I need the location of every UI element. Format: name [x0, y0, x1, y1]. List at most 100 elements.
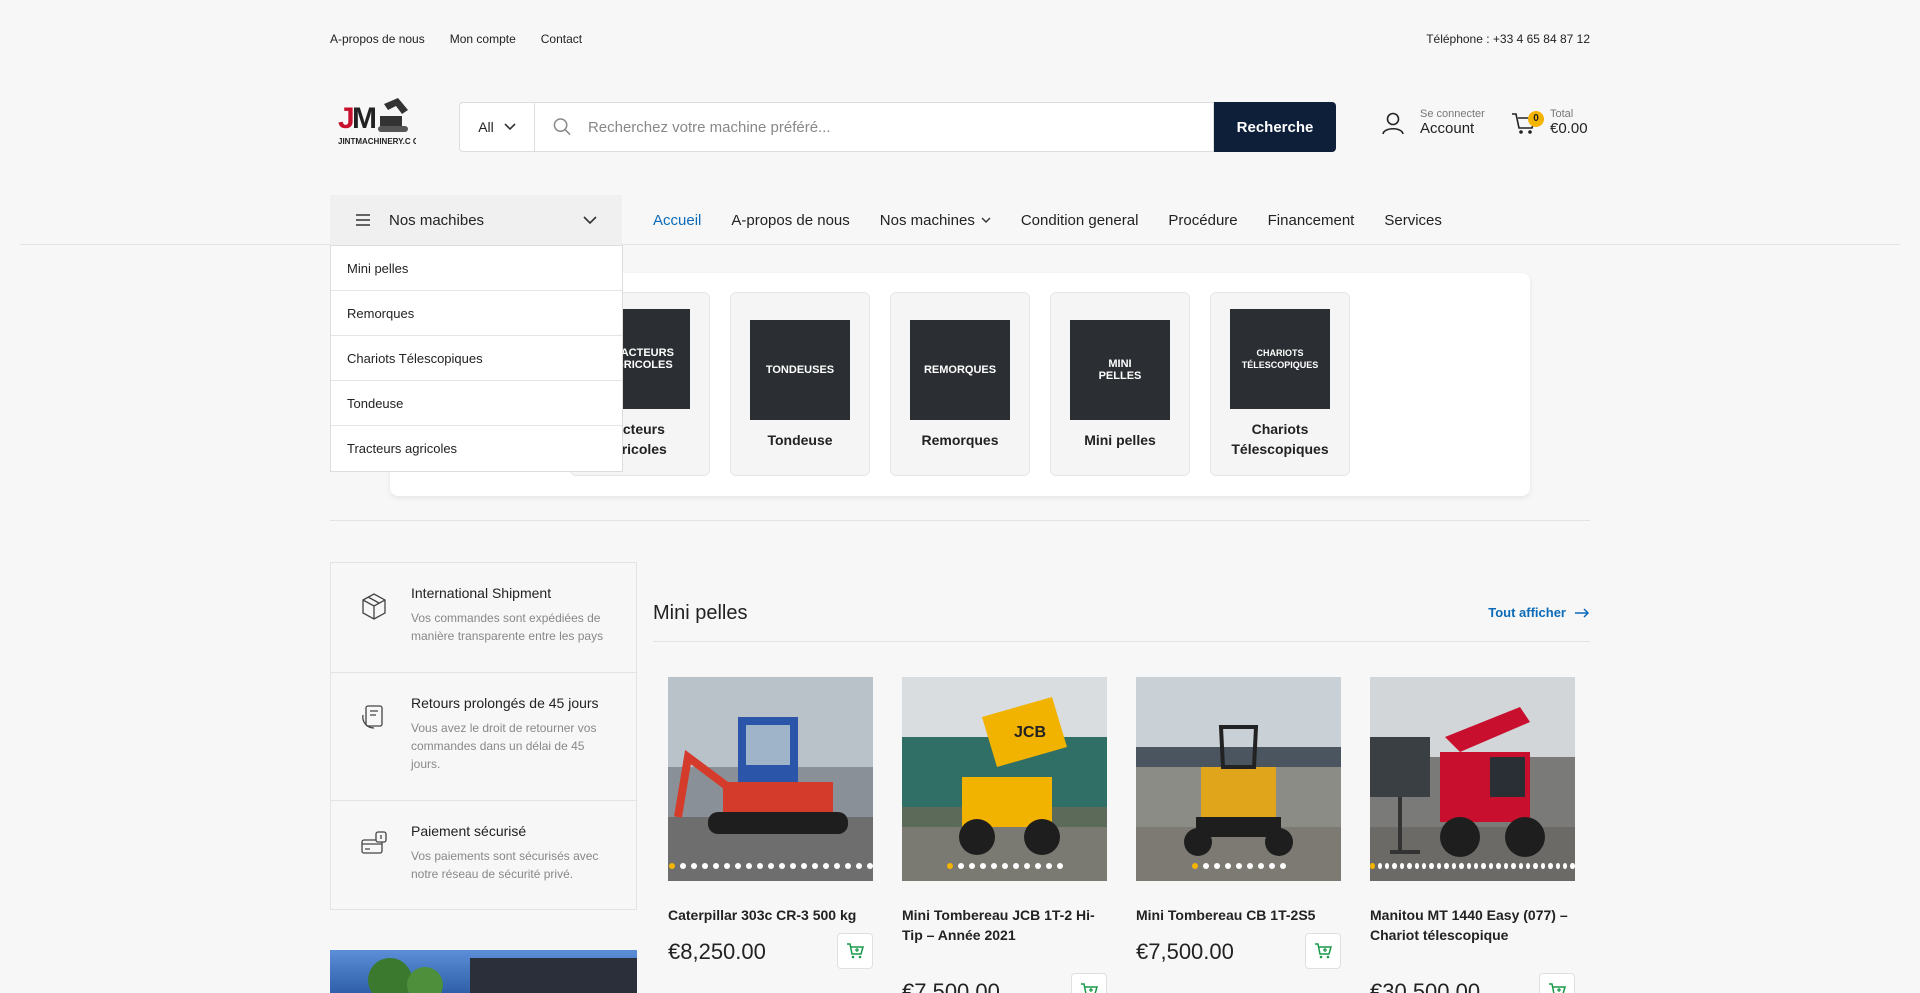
- svg-text:M: M: [352, 102, 377, 135]
- top-link-contact[interactable]: Contact: [541, 32, 582, 46]
- secure-payment-icon: [361, 831, 387, 854]
- cart-plus-icon: [847, 943, 864, 959]
- arrow-right-icon: [1575, 607, 1590, 618]
- category-card-remorques[interactable]: REMORQUES Remorques: [890, 292, 1030, 476]
- category-name: Mini pelles: [1084, 432, 1156, 448]
- features-box: International Shipment Vos commandes son…: [330, 562, 637, 910]
- category-name: Chariots Télescopiques: [1231, 421, 1329, 457]
- cart-total-label: Total: [1550, 108, 1574, 120]
- feature-shipping: International Shipment Vos commandes son…: [331, 563, 636, 673]
- dropdown-item-tondeuse[interactable]: Tondeuse: [331, 381, 622, 426]
- image-pagination: [1136, 863, 1341, 869]
- search-category-label: All: [478, 119, 494, 135]
- menu-items: Accueil A-propos de nous Nos machines Co…: [653, 195, 1442, 245]
- nav-conditions[interactable]: Condition general: [1021, 212, 1139, 229]
- product-card[interactable]: Mini Tombereau CB 1T-2S5 €7,500.00: [1136, 677, 1341, 973]
- top-bar: A-propos de nous Mon compte Contact Télé…: [330, 32, 1590, 52]
- nav-procedure[interactable]: Procédure: [1168, 212, 1237, 229]
- category-card-tondeuse[interactable]: TONDEUSES Tondeuse: [730, 292, 870, 476]
- category-menu-toggle[interactable]: Nos machibes: [330, 195, 622, 245]
- product-image[interactable]: [1370, 677, 1575, 881]
- category-image-text: TONDEUSES: [765, 364, 835, 376]
- category-image: TONDEUSES: [750, 320, 850, 420]
- logo-text: JINTMACHINERY.C COM: [338, 137, 416, 146]
- cart-plus-icon: [1315, 943, 1332, 959]
- product-name[interactable]: Mini Tombereau CB 1T-2S5: [1136, 905, 1341, 925]
- image-pagination: [1370, 863, 1575, 869]
- search-category-select[interactable]: All: [459, 102, 534, 152]
- nav-machines-label: Nos machines: [879, 211, 975, 229]
- cart-plus-icon: [1081, 983, 1098, 993]
- chevron-down-icon: [583, 215, 597, 224]
- top-link-account[interactable]: Mon compte: [450, 32, 516, 46]
- section-title: Mini pelles: [653, 602, 748, 624]
- feature-title: International Shipment: [411, 585, 552, 601]
- cart-count-badge: 0: [1528, 110, 1544, 127]
- add-to-cart-button[interactable]: [1305, 933, 1341, 969]
- top-links: A-propos de nous Mon compte Contact: [330, 32, 582, 46]
- cart-link[interactable]: 0 Total €0.00: [1510, 108, 1588, 137]
- product-price: €30,500.00: [1370, 979, 1481, 993]
- feature-title: Paiement sécurisé: [411, 823, 527, 839]
- package-icon: [362, 593, 386, 620]
- add-to-cart-button[interactable]: [1539, 973, 1575, 993]
- category-image-text: CHARIOTS TÉLESCOPIQUES: [1241, 348, 1319, 370]
- product-price: €8,250.00: [668, 939, 766, 964]
- main-nav: Nos machibes Accueil A-propos de nous No…: [0, 195, 1920, 245]
- product-name[interactable]: Manitou MT 1440 Easy (077) – Chariot tél…: [1370, 905, 1575, 945]
- site-logo[interactable]: J M JINTMACHINERY.C COM: [336, 92, 432, 162]
- product-image[interactable]: [668, 677, 873, 881]
- view-all-link[interactable]: Tout afficher: [1488, 605, 1590, 620]
- dropdown-item-remorques[interactable]: Remorques: [331, 291, 622, 336]
- category-card-chariots[interactable]: CHARIOTS TÉLESCOPIQUES Chariots Télescop…: [1210, 292, 1350, 476]
- nav-about[interactable]: A-propos de nous: [731, 212, 849, 229]
- promo-banner-image[interactable]: [330, 950, 637, 993]
- section-divider: [330, 520, 1590, 521]
- feature-desc: Vous avez le droit de retourner vos comm…: [411, 721, 597, 771]
- nav-services[interactable]: Services: [1384, 212, 1442, 229]
- section-header-divider: [653, 641, 1590, 642]
- view-all-label: Tout afficher: [1488, 605, 1566, 620]
- return-icon: [362, 705, 383, 729]
- section-header: Mini pelles Tout afficher: [653, 600, 1590, 640]
- category-image-text: REMORQUES: [923, 364, 997, 376]
- search-button[interactable]: Recherche: [1214, 102, 1336, 152]
- product-image[interactable]: JCB: [902, 677, 1107, 881]
- feature-payment: Paiement sécurisé Vos paiements sont séc…: [331, 801, 636, 909]
- category-menu-label: Nos machibes: [389, 211, 485, 229]
- cart-plus-icon: [1549, 983, 1566, 993]
- product-card[interactable]: Manitou MT 1440 Easy (077) – Chariot tél…: [1370, 677, 1575, 993]
- category-card-mini-pelles[interactable]: MINI PELLES Mini pelles: [1050, 292, 1190, 476]
- product-name[interactable]: Caterpillar 303c CR-3 500 kg: [668, 905, 873, 925]
- feature-returns: Retours prolongés de 45 jours Vous avez …: [331, 673, 636, 801]
- hamburger-icon: [356, 214, 370, 226]
- category-image-text: MINI PELLES: [1098, 358, 1142, 382]
- add-to-cart-button[interactable]: [1071, 973, 1107, 993]
- add-to-cart-button[interactable]: [837, 933, 873, 969]
- product-card[interactable]: Caterpillar 303c CR-3 500 kg €8,250.00: [668, 677, 873, 973]
- product-name[interactable]: Mini Tombereau JCB 1T-2 Hi-Tip – Année 2…: [902, 905, 1107, 945]
- product-image[interactable]: [1136, 677, 1341, 881]
- nav-machines[interactable]: Nos machines: [880, 212, 991, 229]
- search-input[interactable]: [587, 118, 1213, 136]
- nav-financing[interactable]: Financement: [1268, 212, 1355, 229]
- dropdown-item-mini-pelles[interactable]: Mini pelles: [331, 246, 622, 291]
- account-link[interactable]: Se connecter Account: [1380, 108, 1485, 137]
- category-name: Remorques: [921, 432, 999, 448]
- feature-title: Retours prolongés de 45 jours: [411, 695, 599, 711]
- category-image: MINI PELLES: [1070, 320, 1170, 420]
- top-link-about[interactable]: A-propos de nous: [330, 32, 425, 46]
- nav-home[interactable]: Accueil: [653, 212, 701, 229]
- cart-total-value: €0.00: [1550, 120, 1588, 137]
- feature-desc: Vos paiements sont sécurisés avec notre …: [411, 849, 599, 881]
- account-label: Se connecter: [1420, 108, 1485, 120]
- account-value: Account: [1420, 120, 1475, 137]
- user-icon: [1382, 112, 1404, 134]
- product-card[interactable]: JCB Mini Tombereau JCB 1T-2 Hi-Tip – Ann…: [902, 677, 1107, 993]
- image-pagination: [902, 863, 1107, 869]
- dropdown-item-chariots[interactable]: Chariots Télescopiques: [331, 336, 622, 381]
- search-bar: All Recherche: [459, 102, 1336, 152]
- dropdown-item-tracteurs[interactable]: Tracteurs agricoles: [331, 426, 622, 471]
- search-icon: [553, 118, 571, 136]
- feature-desc: Vos commandes sont expédiées de manière …: [411, 611, 604, 643]
